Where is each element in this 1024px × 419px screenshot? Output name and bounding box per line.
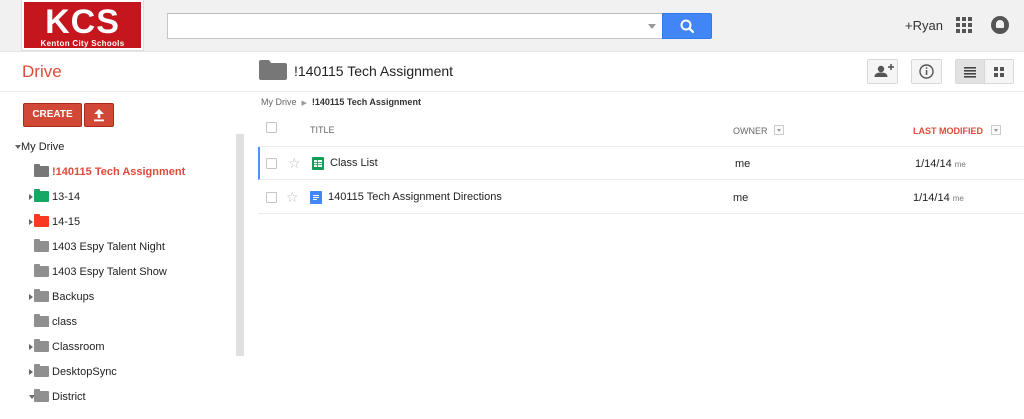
tree-item-label: !140115 Tech Assignment: [52, 166, 186, 178]
owner-sort-icon[interactable]: [774, 125, 784, 135]
search-box[interactable]: [167, 13, 663, 39]
folder-icon: [34, 314, 49, 327]
tree-item-label: 1403 Espy Talent Show: [52, 266, 167, 278]
column-last-modified[interactable]: LAST MODIFIED: [913, 126, 983, 136]
modified-date: 1/14/14: [915, 158, 952, 170]
star-icon[interactable]: ☆: [288, 155, 301, 171]
file-name[interactable]: Class List: [330, 157, 378, 169]
tree-item[interactable]: 1403 Espy Talent Night: [0, 236, 236, 258]
upload-icon: [94, 109, 104, 122]
details-button[interactable]: [911, 59, 942, 84]
tree-item[interactable]: class: [0, 311, 236, 333]
select-all-checkbox[interactable]: [266, 122, 277, 133]
breadcrumb: My Drive ▶ !140115 Tech Assignment: [261, 97, 421, 107]
folder-icon: [34, 364, 49, 377]
tree-item-label: Classroom: [52, 341, 105, 353]
apps-grid-icon[interactable]: [956, 17, 972, 33]
notifications-bell-icon[interactable]: [991, 16, 1009, 34]
folder-tree: My Drive !140115 Tech Assignment 13-14 14-…: [0, 136, 236, 419]
chevron-right-icon: ▶: [301, 100, 307, 107]
chevron-right-icon[interactable]: [29, 194, 33, 200]
folder-icon: [34, 389, 49, 402]
kcs-logo[interactable]: KCS Kenton City Schools: [21, 0, 144, 51]
spreadsheet-icon: [312, 157, 324, 170]
tree-item[interactable]: DesktopSync: [0, 361, 236, 383]
folder-icon: [34, 164, 49, 177]
search-icon: [680, 19, 695, 34]
file-last-modified: 1/14/14 me: [915, 158, 966, 170]
grid-view-button[interactable]: [984, 59, 1014, 84]
search-input[interactable]: [168, 14, 628, 38]
table-row[interactable]: ☆ 140115 Tech Assignment Directions me 1/14…: [258, 181, 1024, 214]
modified-by: me: [952, 194, 964, 203]
modified-date: 1/14/14: [913, 192, 950, 204]
column-title[interactable]: TITLE: [310, 125, 335, 135]
folder-icon: [259, 60, 287, 80]
folder-icon: [34, 214, 49, 227]
search-options-caret-icon[interactable]: [648, 24, 656, 29]
breadcrumb-root[interactable]: My Drive: [261, 97, 297, 107]
tree-item-my-drive[interactable]: My Drive: [0, 136, 236, 158]
breadcrumb-current: !140115 Tech Assignment: [311, 97, 421, 107]
folder-icon: [34, 339, 49, 352]
tree-item[interactable]: 1403 Espy Talent Show: [0, 261, 236, 283]
top-bar: KCS Kenton City Schools +Ryan: [0, 0, 1024, 52]
tree-item-label: Backups: [52, 291, 95, 303]
file-owner: me: [733, 192, 749, 204]
list-view-button[interactable]: [955, 59, 985, 84]
folder-icon: [34, 289, 49, 302]
share-button[interactable]: [867, 59, 898, 84]
chevron-right-icon[interactable]: [29, 219, 33, 225]
tree-item[interactable]: Classroom: [0, 336, 236, 358]
tree-item-label: My Drive: [21, 141, 65, 153]
tree-item[interactable]: !140115 Tech Assignment: [0, 161, 236, 183]
file-last-modified: 1/14/14 me: [913, 192, 964, 204]
shared-folder-icon: [34, 239, 49, 252]
tree-item[interactable]: 14-15: [0, 211, 236, 233]
create-button[interactable]: CREATE: [23, 103, 82, 127]
document-icon: [310, 191, 322, 204]
modified-sort-icon[interactable]: [991, 125, 1001, 135]
info-icon: [919, 64, 934, 79]
chevron-right-icon[interactable]: [29, 369, 33, 375]
user-profile-link[interactable]: +Ryan: [905, 18, 943, 33]
chevron-right-icon[interactable]: [29, 294, 33, 300]
header-divider: [0, 91, 1024, 92]
tree-item-label: DesktopSync: [52, 366, 117, 378]
tree-item[interactable]: District: [0, 386, 236, 408]
folder-icon: [34, 264, 49, 277]
tree-item[interactable]: 13-14: [0, 186, 236, 208]
add-person-icon: [874, 64, 894, 77]
row-checkbox[interactable]: [266, 158, 277, 169]
file-list-header: TITLE OWNER LAST MODIFIED: [258, 117, 1024, 147]
tree-item-label: District: [52, 391, 86, 403]
file-name[interactable]: 140115 Tech Assignment Directions: [328, 191, 502, 203]
folder-icon: [34, 189, 49, 202]
grid-view-icon: [994, 67, 1004, 77]
row-checkbox[interactable]: [266, 192, 277, 203]
tree-item-label: 1403 Espy Talent Night: [52, 241, 165, 253]
search-button[interactable]: [662, 13, 712, 39]
table-row[interactable]: ☆ Class List me 1/14/14 me: [258, 147, 1024, 180]
folder-title: !140115 Tech Assignment: [294, 63, 454, 79]
column-owner[interactable]: OWNER: [733, 126, 768, 136]
tree-item[interactable]: Backups: [0, 286, 236, 308]
tree-item-label: class: [52, 316, 78, 328]
upload-button[interactable]: [84, 103, 114, 127]
sidebar-scrollbar[interactable]: [236, 134, 244, 356]
tree-item-label: 14-15: [52, 216, 81, 228]
star-icon[interactable]: ☆: [286, 189, 299, 205]
file-owner: me: [735, 158, 751, 170]
tree-item-label: 13-14: [52, 191, 81, 203]
modified-by: me: [954, 160, 966, 169]
chevron-right-icon[interactable]: [29, 344, 33, 350]
logo-title: KCS: [45, 3, 120, 41]
drive-app-label[interactable]: Drive: [22, 62, 62, 82]
list-view-icon: [964, 67, 976, 78]
logo-subtitle: Kenton City Schools: [40, 39, 125, 48]
